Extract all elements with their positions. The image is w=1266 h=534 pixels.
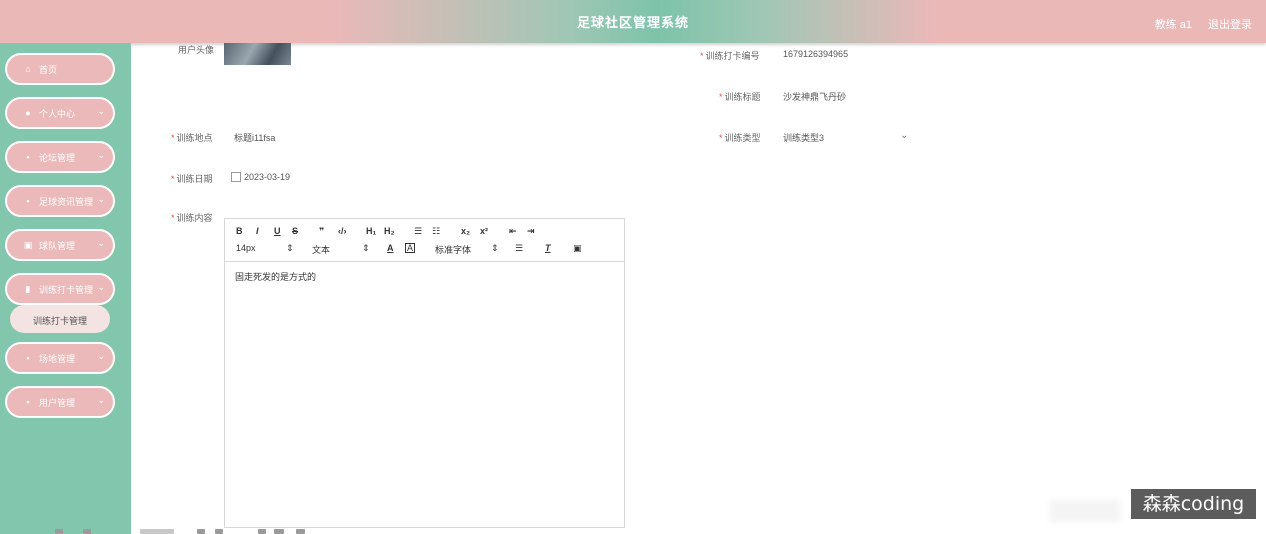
editor-toolbar: B I U S ❞ ‹/› H₁ H₂ ☰ ☷ x₂ x² ⇤ ⇥ 14px ⇕… bbox=[225, 219, 624, 262]
subscript-button[interactable]: x₂ bbox=[461, 226, 470, 236]
checkin-no-value[interactable]: 1679126394965 bbox=[783, 49, 848, 59]
bottom-toolbar-fragment bbox=[40, 529, 320, 534]
background-color-icon[interactable]: A bbox=[405, 243, 416, 253]
submenu-item-label: 训练打卡管理 bbox=[33, 316, 88, 326]
chevron-down-icon: ⌄ bbox=[97, 395, 105, 405]
faded-overlay bbox=[1050, 500, 1120, 522]
bullet-list-button[interactable]: ☷ bbox=[432, 226, 440, 237]
font-size-select[interactable]: 14px bbox=[236, 243, 256, 253]
ordered-list-button[interactable]: ☰ bbox=[414, 226, 422, 237]
home-icon: ⌂ bbox=[25, 64, 31, 74]
app-title: 足球社区管理系统 bbox=[576, 15, 689, 30]
sidebar-item-label: 首页 bbox=[39, 65, 58, 75]
select-arrow-icon: ⇕ bbox=[286, 243, 294, 253]
chevron-down-icon: ⌄ bbox=[97, 238, 105, 248]
editor-content[interactable]: 固走死发的是方式的 bbox=[235, 270, 316, 283]
title-input[interactable]: 沙发神鼎飞丹砂 bbox=[783, 90, 846, 103]
sidebar-item-forum[interactable]: ▪ 论坛管理 ⌄ bbox=[5, 141, 115, 173]
chevron-down-icon: ⌄ bbox=[97, 106, 105, 116]
title-label: * 训练标题 bbox=[719, 92, 761, 102]
sidebar-item-label: 足球资讯管理 bbox=[39, 197, 94, 207]
content-label: * 训练内容 bbox=[171, 213, 213, 223]
sidebar-item-label: 用户管理 bbox=[39, 398, 76, 408]
chevron-down-icon: ⌄ bbox=[97, 282, 105, 292]
date-input[interactable]: 2023-03-19 bbox=[244, 172, 290, 182]
sidebar-item-label: 训练打卡管理 bbox=[39, 285, 94, 295]
sidebar-item-home[interactable]: ⌂ 首页 bbox=[5, 53, 115, 85]
clear-format-icon[interactable]: T bbox=[545, 243, 551, 253]
select-arrow-icon: ⇕ bbox=[491, 243, 499, 253]
watermark-badge: 森森coding bbox=[1131, 489, 1256, 519]
sidebar-item-training[interactable]: ▮ 训练打卡管理 ⌄ bbox=[5, 273, 115, 305]
sidebar-item-label: 场地管理 bbox=[39, 354, 76, 364]
sidebar: ⌂ 首页 ● 个人中心 ⌄ ▪ 论坛管理 ⌄ ▪ 足球资讯管理 ⌄ ▣ 球队管理… bbox=[0, 43, 131, 534]
location-input[interactable]: 标题i11fsa bbox=[234, 131, 275, 144]
h1-button[interactable]: H₁ bbox=[366, 226, 376, 236]
image-icon[interactable]: ▣ bbox=[573, 243, 582, 254]
current-user: 教练 a1 bbox=[1154, 19, 1192, 31]
code-button[interactable]: ‹/› bbox=[338, 226, 347, 236]
indent-button[interactable]: ⇥ bbox=[527, 226, 535, 237]
chevron-down-icon: ⌄ bbox=[97, 194, 105, 204]
checkin-no-label: * 训练打卡编号 bbox=[700, 51, 760, 61]
rich-text-editor[interactable]: B I U S ❞ ‹/› H₁ H₂ ☰ ☷ x₂ x² ⇤ ⇥ 14px ⇕… bbox=[224, 218, 625, 528]
briefcase-icon: ▣ bbox=[23, 240, 33, 250]
type-label: * 训练类型 bbox=[719, 133, 761, 143]
font-family-select[interactable]: 标准字体 bbox=[435, 243, 471, 256]
location-label: * 训练地点 bbox=[171, 133, 213, 143]
bar-chart-icon: ▮ bbox=[25, 284, 31, 294]
grid-icon: ▪ bbox=[26, 152, 30, 162]
header-style-select[interactable]: 文本 bbox=[312, 243, 330, 256]
strike-button[interactable]: S bbox=[292, 226, 298, 236]
chevron-down-icon: ⌄ bbox=[97, 150, 105, 160]
avatar-image[interactable] bbox=[224, 43, 291, 65]
sidebar-item-users[interactable]: ▪ 用户管理 ⌄ bbox=[5, 386, 115, 418]
avatar-label: 用户头像 bbox=[178, 45, 215, 55]
superscript-button[interactable]: x² bbox=[480, 226, 488, 236]
calendar-icon bbox=[231, 172, 241, 182]
text-color-icon[interactable]: A bbox=[387, 243, 394, 253]
submenu-item-training[interactable]: 训练打卡管理 bbox=[10, 305, 110, 333]
grid-icon: ▪ bbox=[26, 353, 30, 363]
sidebar-item-news[interactable]: ▪ 足球资讯管理 ⌄ bbox=[5, 185, 115, 217]
align-icon[interactable]: ☰ bbox=[515, 243, 523, 254]
quote-button[interactable]: ❞ bbox=[319, 226, 324, 237]
sidebar-item-label: 论坛管理 bbox=[39, 153, 76, 163]
chevron-down-icon: ⌄ bbox=[97, 351, 105, 361]
top-header: 足球社区管理系统 教练 a1 退出登录 bbox=[0, 0, 1266, 43]
chevron-down-icon[interactable]: ⌄ bbox=[900, 130, 908, 141]
sidebar-item-venue[interactable]: ▪ 场地管理 ⌄ bbox=[5, 342, 115, 374]
italic-button[interactable]: I bbox=[256, 226, 259, 236]
sidebar-item-personal-center[interactable]: ● 个人中心 ⌄ bbox=[5, 97, 115, 129]
user-icon: ● bbox=[25, 108, 31, 118]
bold-button[interactable]: B bbox=[236, 226, 243, 236]
underline-button[interactable]: U bbox=[274, 226, 281, 236]
h2-button[interactable]: H₂ bbox=[384, 226, 395, 236]
outdent-button[interactable]: ⇤ bbox=[509, 226, 517, 237]
grid-icon: ▪ bbox=[26, 196, 30, 206]
sidebar-item-team[interactable]: ▣ 球队管理 ⌄ bbox=[5, 229, 115, 261]
grid-icon: ▪ bbox=[26, 397, 30, 407]
sidebar-item-label: 个人中心 bbox=[39, 109, 76, 119]
select-arrow-icon: ⇕ bbox=[362, 243, 370, 253]
type-select[interactable]: 训练类型3 bbox=[783, 131, 824, 144]
sidebar-item-label: 球队管理 bbox=[39, 241, 76, 251]
logout-link[interactable]: 退出登录 bbox=[1208, 16, 1252, 32]
date-label: * 训练日期 bbox=[171, 174, 213, 184]
